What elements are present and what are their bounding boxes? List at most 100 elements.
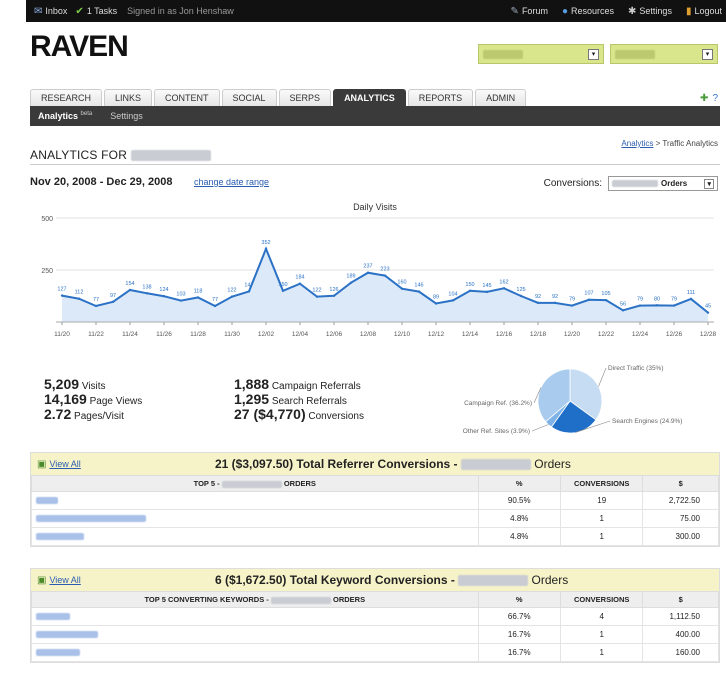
data-label: 237 — [363, 264, 372, 270]
x-tick-label: 11/20 — [54, 331, 70, 338]
redacted-goal — [458, 575, 529, 587]
redacted-goal — [460, 459, 531, 471]
col-header-conversions: CONVERSIONS — [559, 475, 644, 492]
x-tick-label: 12/10 — [394, 331, 411, 338]
x-tick-label: 11/28 — [190, 331, 206, 338]
data-label: 79 — [569, 297, 575, 303]
referrer-link[interactable] — [31, 509, 479, 528]
keyword-link[interactable] — [31, 643, 479, 662]
data-label: 97 — [110, 293, 116, 299]
conversions-label: Conversions: — [543, 178, 602, 189]
x-tick-label: 12/02 — [258, 331, 275, 338]
conversions-select[interactable]: Orders ▾ — [608, 176, 718, 191]
tab-links[interactable]: LINKS — [104, 89, 153, 106]
check-icon: ✔ — [75, 5, 84, 17]
breadcrumb-current: Traffic Analytics — [662, 139, 718, 148]
help-icon[interactable]: ? — [712, 93, 718, 104]
profile-select[interactable]: ▾ — [610, 44, 718, 64]
keyword-view-all-link[interactable]: ▣ View All — [37, 575, 81, 586]
data-point — [383, 274, 387, 277]
table-row: 16.7% 1 160.00 — [31, 643, 719, 662]
plugin-icon[interactable]: ✚ — [700, 93, 708, 104]
raven-logo[interactable]: RAVEN — [30, 30, 129, 64]
website-select[interactable]: ▾ — [478, 44, 604, 64]
data-point — [451, 299, 455, 302]
table-row: 66.7% 4 1,112.50 — [31, 607, 719, 626]
wrench-icon: ✱ — [628, 5, 637, 17]
chevron-down-icon: ▾ — [704, 178, 714, 189]
data-point — [264, 247, 268, 250]
data-point — [247, 290, 251, 293]
table-row: 16.7% 1 400.00 — [31, 625, 719, 644]
col-header-amount: $ — [642, 591, 719, 608]
forum-icon: ✎ — [510, 5, 519, 17]
data-label: 146 — [414, 283, 423, 289]
data-label: 145 — [482, 283, 491, 289]
tab-reports[interactable]: REPORTS — [407, 89, 474, 106]
tab-content[interactable]: CONTENT — [154, 89, 220, 106]
tab-analytics[interactable]: ANALYTICS — [333, 89, 406, 106]
subnav-analytics[interactable]: Analytics beta — [38, 111, 92, 121]
tab-admin[interactable]: ADMIN — [475, 89, 527, 106]
traffic-sources-pie: Direct Traffic (35%) Search Engines (24.9… — [463, 365, 683, 435]
data-point — [502, 287, 506, 290]
keyword-link[interactable] — [31, 607, 479, 626]
data-label: 107 — [584, 291, 593, 297]
data-label: 150 — [278, 282, 287, 288]
data-point — [60, 294, 64, 297]
globe-icon: ● — [561, 5, 568, 17]
tab-research[interactable]: RESEARCH — [30, 89, 103, 106]
settings-link[interactable]: ✱ Settings — [628, 6, 672, 17]
redacted-site-name — [130, 150, 211, 162]
data-point — [519, 294, 523, 298]
subnav-settings[interactable]: Settings — [110, 111, 143, 121]
data-label: 103 — [176, 292, 185, 298]
inbox-link[interactable]: ✉ Inbox — [34, 6, 67, 17]
data-label: 125 — [516, 287, 525, 293]
stat-visits: 5,209 Visits — [44, 376, 106, 392]
data-label: 92 — [535, 294, 541, 300]
col-header-pct: % — [477, 591, 561, 608]
conversions-filter: Conversions: Orders ▾ — [544, 176, 718, 191]
data-point — [349, 281, 353, 284]
pie-label: Direct Traffic (35%) — [608, 365, 664, 372]
stat-campaign-referrals: 1,888 Campaign Referrals — [234, 376, 361, 392]
referrer-view-all-link[interactable]: ▣ View All — [37, 459, 81, 470]
stat-pages-per-visit: 2.72 Pages/Visit — [44, 406, 124, 422]
col-header-source: TOP 5 - ORDERS — [31, 475, 479, 492]
x-tick-label: 12/26 — [666, 331, 683, 338]
data-point — [485, 290, 489, 294]
daily-visits-chart: Daily Visits 250 500 11/20 11/22 11/24 11/26 11… — [41, 202, 716, 338]
referrer-link[interactable] — [31, 527, 479, 546]
data-label: 162 — [499, 279, 508, 285]
x-tick-label: 12/16 — [496, 331, 513, 338]
forum-link[interactable]: ✎ Forum — [511, 6, 548, 17]
breadcrumb-analytics[interactable]: Analytics — [621, 139, 653, 148]
change-date-range-link[interactable]: change date range — [194, 177, 269, 187]
x-tick-label: 11/30 — [224, 331, 240, 338]
data-label: 126 — [329, 287, 338, 293]
data-point — [162, 295, 166, 298]
page-title: ANALYTICS FOR — [30, 148, 211, 162]
keyword-table-header: ▣ View All 6 ($1,672.50) Total Keyword Co… — [31, 569, 719, 591]
data-point — [536, 301, 540, 305]
data-label: 352 — [261, 240, 270, 246]
data-point — [655, 304, 659, 307]
resources-link[interactable]: ● Resources — [562, 6, 614, 17]
table-row: 4.8% 1 75.00 — [31, 509, 719, 528]
tab-social[interactable]: SOCIAL — [221, 89, 277, 106]
referrer-link[interactable] — [31, 491, 479, 510]
col-header-conversions: CONVERSIONS — [559, 591, 644, 608]
x-tick-label: 11/22 — [88, 331, 104, 338]
y-tick-label: 250 — [41, 268, 53, 275]
beta-badge: beta — [80, 111, 93, 117]
logout-link[interactable]: ▮ Logout — [686, 6, 722, 17]
redacted-profile — [615, 49, 655, 59]
data-point — [111, 300, 115, 304]
tab-serps[interactable]: SERPS — [278, 89, 332, 106]
keyword-link[interactable] — [31, 625, 479, 644]
data-point — [298, 282, 302, 285]
sub-nav: Analytics beta Settings — [30, 106, 720, 126]
tasks-link[interactable]: ✔ 1 Tasks — [75, 6, 117, 17]
table-row: 4.8% 1 300.00 — [31, 527, 719, 546]
